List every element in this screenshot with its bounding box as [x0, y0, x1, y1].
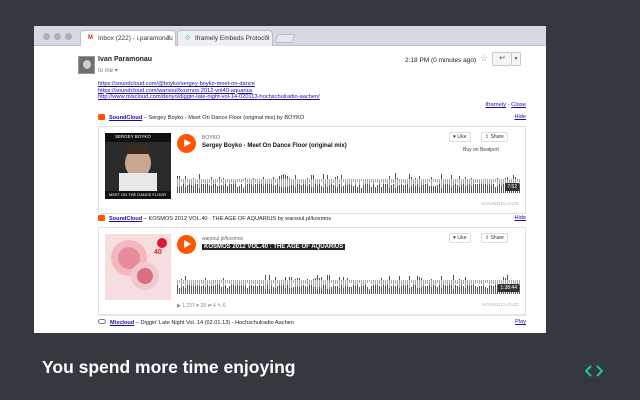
- share-button[interactable]: ⇪ Share: [481, 233, 508, 243]
- chevron-down-icon: ▼: [513, 56, 519, 62]
- play-button[interactable]: [177, 235, 196, 254]
- share-icon: ⇪: [485, 235, 490, 241]
- star-icon[interactable]: ☆: [480, 53, 488, 64]
- embed-title: – Diggin' Late Night Vol. 14 (02.01.13) …: [134, 320, 294, 326]
- source-link[interactable]: Mixcloud: [110, 320, 134, 326]
- iframely-icon: ◇: [185, 35, 190, 41]
- tab-label: Inbox (222) - i.paramonau: [98, 35, 173, 42]
- tab-bar: M Inbox (222) - i.paramonau × ◇ Iframely…: [34, 26, 546, 46]
- art-caption-bottom: MEET ON THE DANCE FLOOR: [109, 192, 167, 197]
- uploader-name[interactable]: warsoul.pl/kosmos: [202, 236, 243, 242]
- tab-label: Iframely Embeds Protocol: [195, 35, 270, 42]
- email-links: https://soundcloud.com/@boyko/sergey-boy…: [98, 81, 320, 101]
- soundcloud-icon: [98, 215, 105, 221]
- buy-link[interactable]: Buy on Beatport: [463, 147, 499, 153]
- window-close-dot[interactable]: [43, 33, 50, 40]
- source-link[interactable]: SoundCloud: [109, 115, 142, 121]
- share-button[interactable]: ⇪ Share: [481, 132, 508, 142]
- tab-iframely[interactable]: ◇ Iframely Embeds Protocol ×: [177, 30, 273, 46]
- iframely-logo-icon: [585, 365, 603, 377]
- uploader-name[interactable]: BOYKO: [202, 135, 220, 141]
- soundcloud-footer: SOUNDCLOUD: [481, 302, 519, 307]
- reply-icon: ↩: [499, 55, 505, 62]
- waveform[interactable]: [177, 157, 521, 193]
- like-button[interactable]: ♥ Like: [449, 233, 471, 243]
- mixcloud-icon: [98, 319, 106, 324]
- close-icon[interactable]: ×: [264, 34, 268, 41]
- badge-number: 40: [154, 249, 162, 256]
- album-art[interactable]: 40: [105, 234, 171, 300]
- close-icon[interactable]: ×: [167, 34, 171, 41]
- hide-link[interactable]: Hide: [514, 215, 526, 221]
- play-button[interactable]: [177, 134, 196, 153]
- duration-label: 7:52: [505, 183, 519, 191]
- soundcloud-player: SERGEY BOYKO MEET ON THE DANCE FLOOR BOY…: [98, 126, 526, 214]
- chevron-down-icon: ▾: [114, 68, 118, 74]
- window-maximize-dot[interactable]: [65, 33, 72, 40]
- track-title[interactable]: KOSMOS 2012 VOL.40 : THE AGE OF AQUARIUS: [202, 244, 346, 250]
- sender-name: Ivan Paramonau: [98, 56, 153, 63]
- album-art[interactable]: SERGEY BOYKO MEET ON THE DANCE FLOOR: [105, 133, 171, 199]
- close-link[interactable]: Close: [511, 102, 526, 108]
- more-button[interactable]: ▼: [511, 52, 521, 66]
- soundcloud-icon: [98, 114, 105, 120]
- embed-mixcloud: Mixcloud – Diggin' Late Night Vol. 14 (0…: [98, 315, 526, 327]
- embed-header: SoundCloud – KOSMOS 2012 VOL.40 : THE AG…: [98, 215, 526, 226]
- link-mixcloud[interactable]: http://www.mixcloud.com/denyo/diggin-lat…: [98, 94, 320, 101]
- soundcloud-footer: SOUNDCLOUD: [481, 201, 519, 206]
- tab-inbox[interactable]: M Inbox (222) - i.paramonau ×: [80, 30, 176, 46]
- iframely-bar: Iframely - Close: [485, 102, 526, 108]
- browser-window: M Inbox (222) - i.paramonau × ◇ Iframely…: [34, 26, 546, 333]
- like-button[interactable]: ♥ Like: [449, 132, 471, 142]
- embed-title: – KOSMOS 2012 VOL.40 : THE AGE OF AQUARI…: [142, 216, 332, 222]
- window-minimize-dot[interactable]: [54, 33, 61, 40]
- heart-icon: ♥: [453, 235, 456, 241]
- tagline: You spend more time enjoying: [42, 357, 296, 377]
- iframely-link[interactable]: Iframely: [485, 102, 506, 108]
- duration-label: 1:38:44: [498, 284, 519, 292]
- soundcloud-player: 40 warsoul.pl/kosmos KOSMOS 2012 VOL.40 …: [98, 227, 526, 315]
- waveform[interactable]: [177, 258, 521, 294]
- reply-button[interactable]: ↩: [492, 52, 512, 66]
- source-link[interactable]: SoundCloud: [109, 216, 142, 222]
- track-title[interactable]: Sergey Boyko - Meet On Dance Floor (orig…: [202, 143, 347, 149]
- embed-title: – Sergey Boyko - Meet On Dance Floor (or…: [142, 115, 305, 121]
- heart-icon: ♥: [453, 134, 456, 140]
- recipient-label[interactable]: to me ▾: [98, 67, 118, 74]
- email-time: 2:18 PM (0 minutes ago): [405, 57, 477, 64]
- art-caption-top: SERGEY BOYKO: [115, 134, 151, 139]
- avatar: [78, 56, 95, 74]
- new-tab-button[interactable]: [274, 34, 296, 43]
- track-stats: ▶ 1,237 ♥ 28 ⇄ 4 ✎ 6: [177, 303, 226, 309]
- gmail-icon: M: [88, 35, 93, 41]
- embed-header: SoundCloud – Sergey Boyko - Meet On Danc…: [98, 114, 526, 125]
- play-link[interactable]: Play: [515, 319, 526, 325]
- hide-link[interactable]: Hide: [514, 114, 526, 120]
- share-icon: ⇪: [485, 134, 490, 140]
